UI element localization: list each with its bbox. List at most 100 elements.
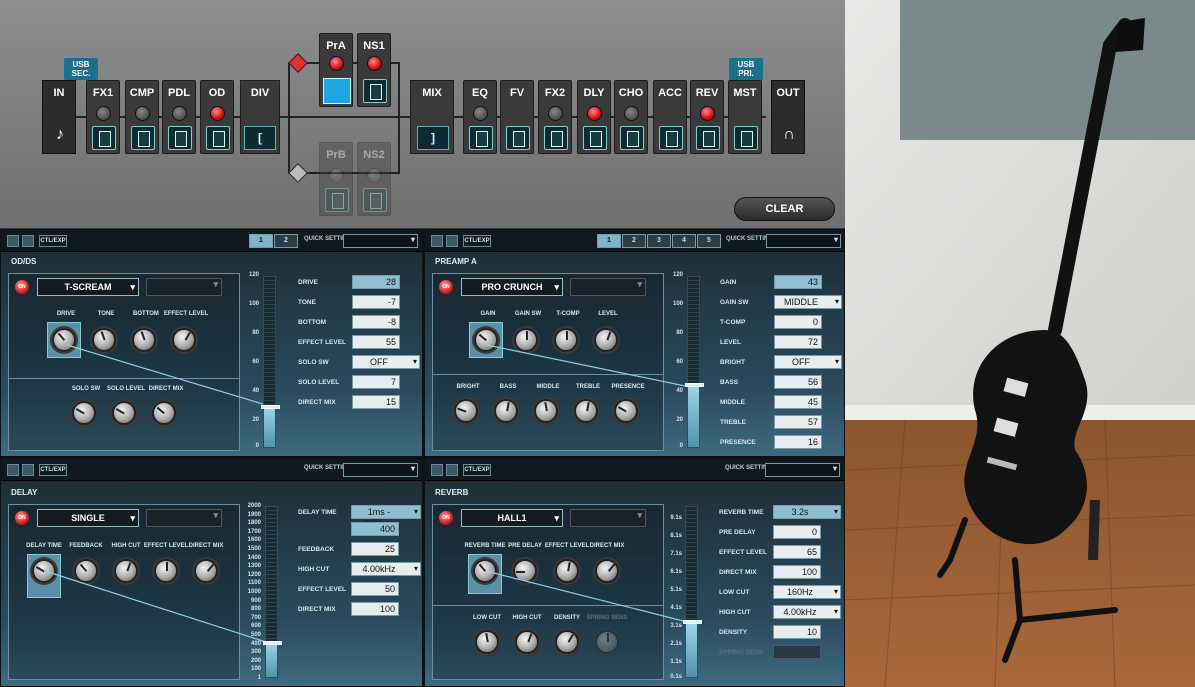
fx1-led-icon[interactable] [96, 106, 111, 121]
gain-sw-select[interactable]: MIDDLE [774, 295, 842, 309]
solo-level-field[interactable]: 7 [352, 375, 400, 389]
block-fv-label: FV [509, 87, 525, 99]
param-label: BRIGHT [720, 359, 745, 366]
block-fv[interactable]: FV [500, 80, 534, 154]
preamp-tick: 20 [676, 417, 683, 423]
ns1-pedal-icon [363, 79, 387, 103]
clear-button[interactable]: CLEAR [734, 197, 835, 221]
reverb-tick: 5.1s [670, 587, 682, 593]
feedback-field[interactable]: 25 [351, 542, 399, 556]
block-div[interactable]: DIV [ [240, 80, 280, 154]
block-acc[interactable]: ACC [653, 80, 687, 154]
split-a-diamond-icon[interactable] [288, 53, 308, 73]
gain-field[interactable]: 43 [774, 275, 822, 289]
param-label: BASS [720, 379, 739, 386]
reverb-time-select[interactable]: 3.2s [773, 505, 841, 519]
odds-tick: 20 [252, 417, 259, 423]
od-pedal-icon [206, 126, 230, 150]
reverb-direct-mix-field[interactable]: 100 [773, 565, 821, 579]
tone-field[interactable]: -7 [352, 295, 400, 309]
block-dly[interactable]: DLY [577, 80, 611, 154]
block-mst[interactable]: MST [728, 80, 762, 154]
block-eq[interactable]: EQ [463, 80, 497, 154]
odds-level-slider[interactable] [261, 276, 280, 448]
prb-amp-icon [325, 188, 349, 212]
pra-led-icon[interactable] [329, 56, 344, 71]
reverb-high-cut-select[interactable]: 4.00kHz [773, 605, 841, 619]
block-cho[interactable]: CHO [614, 80, 648, 154]
block-fx1[interactable]: FX1 [86, 80, 120, 154]
preamp-slider-handle[interactable] [685, 383, 704, 387]
solo-sw-select[interactable]: OFF [352, 355, 420, 369]
delay-time-field[interactable]: 400 [351, 522, 399, 536]
block-ns1[interactable]: NS1 [357, 33, 391, 107]
dly-led-icon[interactable] [587, 106, 602, 121]
prb-led-icon[interactable] [329, 168, 344, 183]
guitar-photo-image [845, 0, 1195, 687]
reverb-time-slider[interactable] [683, 506, 702, 678]
bottom-field[interactable]: -8 [352, 315, 400, 329]
odds-slider-handle[interactable] [261, 405, 280, 409]
block-mix-label: MIX [422, 87, 442, 99]
block-od[interactable]: OD [200, 80, 234, 154]
block-preamp-b[interactable]: PrB [319, 142, 353, 216]
delay-high-cut-select[interactable]: 4.00kHz [351, 562, 421, 576]
cmp-led-icon[interactable] [135, 106, 150, 121]
delay-range-select[interactable]: 1ms - 2000ms [351, 505, 421, 529]
bass-field[interactable]: 56 [774, 375, 822, 389]
preamp-tick: 100 [672, 301, 683, 307]
delay-direct-mix-field[interactable]: 100 [351, 602, 399, 616]
reverb-effect-level-field[interactable]: 65 [773, 545, 821, 559]
od-direct-mix-field[interactable]: 15 [352, 395, 400, 409]
od-effect-level-field[interactable]: 55 [352, 335, 400, 349]
od-led-icon[interactable] [210, 106, 225, 121]
preamp-level-field[interactable]: 72 [774, 335, 822, 349]
rev-led-icon[interactable] [700, 106, 715, 121]
param-label: MIDDLE [720, 399, 745, 406]
delay-tick: 400 [250, 640, 261, 647]
block-preamp-a[interactable]: PrA [319, 33, 353, 107]
block-div-label: DIV [250, 87, 270, 99]
param-label: DELAY TIME [298, 509, 337, 516]
bright-select[interactable]: OFF [774, 355, 842, 369]
split-b-diamond-icon[interactable] [288, 163, 308, 183]
preamp-tick: 0 [679, 443, 683, 449]
ns2-led-icon[interactable] [367, 168, 382, 183]
pdl-led-icon[interactable] [172, 106, 187, 121]
odds-slider-fill [264, 407, 275, 447]
block-ns2[interactable]: NS2 [357, 142, 391, 216]
delay-slider-handle[interactable] [263, 641, 282, 645]
param-label: EFFECT LEVEL [298, 339, 347, 346]
block-mix[interactable]: MIX] [410, 80, 454, 154]
pre-delay-field[interactable]: 0 [773, 525, 821, 539]
density-field[interactable]: 10 [773, 625, 821, 639]
block-rev[interactable]: REV [690, 80, 724, 154]
reverb-tick: 0.1s [670, 674, 682, 680]
reverb-panel: CTL/EXP QUICK SETTING REVERB ON HALL1 RE… [424, 458, 845, 687]
treble-field[interactable]: 57 [774, 415, 822, 429]
ns1-led-icon[interactable] [367, 56, 382, 71]
block-pdl[interactable]: PDL [162, 80, 196, 154]
block-fx2[interactable]: FX2 [538, 80, 572, 154]
delay-effect-level-field[interactable]: 50 [351, 582, 399, 596]
preamp-panel: CTL/EXP 1 2 3 4 5 QUICK SETTING PREAMP A… [424, 229, 845, 457]
input-block[interactable]: IN ♪ [42, 80, 76, 154]
eq-led-icon[interactable] [473, 106, 488, 121]
middle-field[interactable]: 45 [774, 395, 822, 409]
delay-time-slider[interactable] [263, 506, 282, 678]
fx2-led-icon[interactable] [548, 106, 563, 121]
block-mst-label: MST [733, 87, 757, 99]
delay-tick: 500 [250, 632, 261, 638]
reverb-slider-handle[interactable] [683, 620, 702, 624]
output-block[interactable]: OUT ∩ [771, 80, 805, 154]
odds-tick: 0 [255, 443, 259, 449]
t-comp-field[interactable]: 0 [774, 315, 822, 329]
reverb-low-cut-select[interactable]: 160Hz [773, 585, 841, 599]
block-cmp[interactable]: CMP [125, 80, 159, 154]
drive-field[interactable]: 28 [352, 275, 400, 289]
reverb-tick: 9.1s [670, 515, 682, 521]
presence-field[interactable]: 16 [774, 435, 822, 449]
cho-led-icon[interactable] [624, 106, 639, 121]
preamp-gain-slider[interactable] [685, 276, 704, 448]
block-cho-label: CHO [618, 87, 644, 99]
